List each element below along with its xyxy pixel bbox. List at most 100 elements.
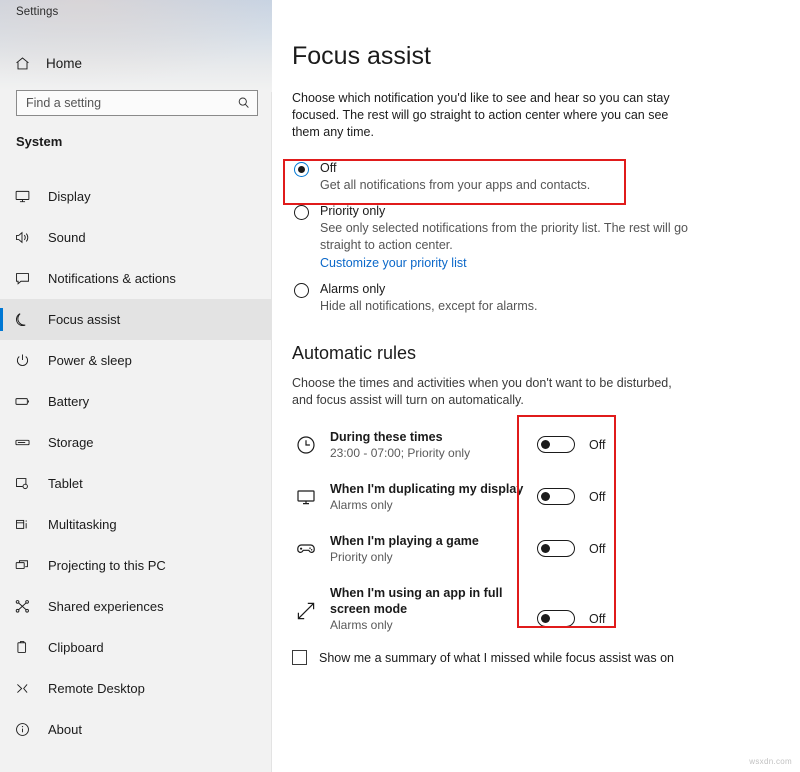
sidebar-item-label: Clipboard	[48, 640, 104, 655]
toggle-knob	[541, 492, 550, 501]
automatic-rules-title: Automatic rules	[292, 343, 416, 364]
sidebar-item-remote-desktop[interactable]: Remote Desktop	[0, 668, 272, 709]
window-title: Settings	[16, 6, 58, 18]
sidebar-item-projecting[interactable]: Projecting to this PC	[0, 545, 272, 586]
search-box[interactable]	[16, 90, 258, 116]
rule-row-duplicating-display[interactable]: When I'm duplicating my display Alarms o…	[292, 477, 692, 529]
radio-option-title: Alarms only	[320, 281, 692, 298]
notification-icon	[14, 270, 40, 287]
radio-option-off[interactable]: Off Get all notifications from your apps…	[292, 160, 692, 194]
sidebar-item-label: Multitasking	[48, 517, 117, 532]
search-icon	[231, 96, 257, 110]
customize-priority-list-link[interactable]: Customize your priority list	[320, 255, 467, 272]
sidebar-item-label: Projecting to this PC	[48, 558, 166, 573]
gamepad-icon	[294, 537, 318, 561]
rule-text: When I'm duplicating my display Alarms o…	[330, 481, 530, 513]
rule-name: When I'm duplicating my display	[330, 481, 530, 497]
sidebar-home-label: Home	[46, 56, 82, 71]
sidebar-item-label: Storage	[48, 435, 94, 450]
summary-checkbox[interactable]	[292, 650, 307, 665]
rule-text: When I'm playing a game Priority only	[330, 533, 530, 565]
home-icon	[14, 55, 40, 72]
sidebar-item-power-sleep[interactable]: Power & sleep	[0, 340, 272, 381]
sidebar-item-sound[interactable]: Sound	[0, 217, 272, 258]
sidebar-item-display[interactable]: Display	[0, 176, 272, 217]
rule-text: When I'm using an app in full screen mod…	[330, 585, 545, 633]
sidebar-item-storage[interactable]: Storage	[0, 422, 272, 463]
rule-toggle-cell[interactable]: Off	[537, 436, 605, 453]
sidebar-item-notifications[interactable]: Notifications & actions	[0, 258, 272, 299]
battery-icon	[14, 393, 40, 410]
sidebar-item-battery[interactable]: Battery	[0, 381, 272, 422]
rule-name: During these times	[330, 429, 530, 445]
sidebar-item-label: About	[48, 722, 82, 737]
radio-option-description: Hide all notifications, except for alarm…	[320, 298, 692, 315]
toggle-knob	[541, 440, 550, 449]
page-title: Focus assist	[292, 42, 431, 71]
toggle-switch[interactable]	[537, 436, 575, 453]
rule-row-playing-game[interactable]: When I'm playing a game Priority only Of…	[292, 529, 692, 581]
sidebar-group-title: System	[16, 134, 62, 149]
automatic-rules-description: Choose the times and activities when you…	[292, 375, 682, 409]
search-input[interactable]	[17, 91, 231, 115]
radio-indicator	[294, 283, 309, 298]
sidebar-item-tablet[interactable]: Tablet	[0, 463, 272, 504]
monitor-icon	[14, 188, 40, 205]
radio-option-description: Get all notifications from your apps and…	[320, 177, 692, 194]
rule-row-during-these-times[interactable]: During these times 23:00 - 07:00; Priori…	[292, 425, 692, 477]
toggle-switch[interactable]	[537, 488, 575, 505]
summary-checkbox-row[interactable]: Show me a summary of what I missed while…	[292, 650, 674, 665]
sidebar-nav-list: Display Sound Notifications & actio	[0, 176, 272, 750]
sidebar-item-about[interactable]: About	[0, 709, 272, 750]
sidebar-item-label: Battery	[48, 394, 89, 409]
rule-row-full-screen[interactable]: When I'm using an app in full screen mod…	[292, 581, 692, 643]
sidebar-item-label: Sound	[48, 230, 86, 245]
sidebar-item-multitasking[interactable]: Multitasking	[0, 504, 272, 545]
sidebar-item-label: Tablet	[48, 476, 83, 491]
rule-text: During these times 23:00 - 07:00; Priori…	[330, 429, 530, 461]
sidebar-item-clipboard[interactable]: Clipboard	[0, 627, 272, 668]
share-icon	[14, 598, 40, 615]
sidebar-item-label: Shared experiences	[48, 599, 164, 614]
radio-option-title: Off	[320, 160, 692, 177]
focus-mode-radio-group: Off Get all notifications from your apps…	[292, 160, 692, 324]
sidebar-item-label: Display	[48, 189, 91, 204]
toggle-knob	[541, 614, 550, 623]
radio-option-priority-only[interactable]: Priority only See only selected notifica…	[292, 203, 692, 272]
storage-icon	[14, 434, 40, 451]
multitasking-icon	[14, 516, 40, 533]
sidebar-item-label: Focus assist	[48, 312, 120, 327]
clock-icon	[294, 433, 318, 457]
sidebar-item-home[interactable]: Home	[0, 48, 272, 78]
rule-state: Alarms only	[330, 617, 545, 633]
settings-window: Settings Home System	[0, 0, 800, 772]
toggle-label: Off	[589, 612, 605, 626]
radio-indicator	[294, 162, 309, 177]
fullscreen-icon	[294, 599, 318, 623]
tablet-icon	[14, 475, 40, 492]
remote-desktop-icon	[14, 680, 40, 697]
sidebar-item-shared-experiences[interactable]: Shared experiences	[0, 586, 272, 627]
sidebar-item-label: Remote Desktop	[48, 681, 145, 696]
sidebar: Settings Home System	[0, 0, 272, 772]
sidebar-item-label: Notifications & actions	[48, 271, 176, 286]
summary-checkbox-label: Show me a summary of what I missed while…	[319, 651, 674, 665]
rule-state: Alarms only	[330, 497, 530, 513]
radio-option-alarms-only[interactable]: Alarms only Hide all notifications, exce…	[292, 281, 692, 315]
toggle-label: Off	[589, 542, 605, 556]
toggle-switch[interactable]	[537, 540, 575, 557]
sidebar-item-focus-assist[interactable]: Focus assist	[0, 299, 272, 340]
radio-option-title: Priority only	[320, 203, 692, 220]
radio-option-description: See only selected notifications from the…	[320, 220, 692, 254]
toggle-switch[interactable]	[537, 610, 575, 627]
rule-toggle-cell[interactable]: Off	[537, 488, 605, 505]
toggle-knob	[541, 544, 550, 553]
speaker-icon	[14, 229, 40, 246]
rule-toggle-cell[interactable]: Off	[537, 540, 605, 557]
rule-toggle-cell[interactable]: Off	[537, 610, 605, 627]
page-description: Choose which notification you'd like to …	[292, 90, 682, 141]
moon-icon	[14, 311, 40, 328]
clipboard-icon	[14, 639, 40, 656]
toggle-label: Off	[589, 490, 605, 504]
info-icon	[14, 721, 40, 738]
